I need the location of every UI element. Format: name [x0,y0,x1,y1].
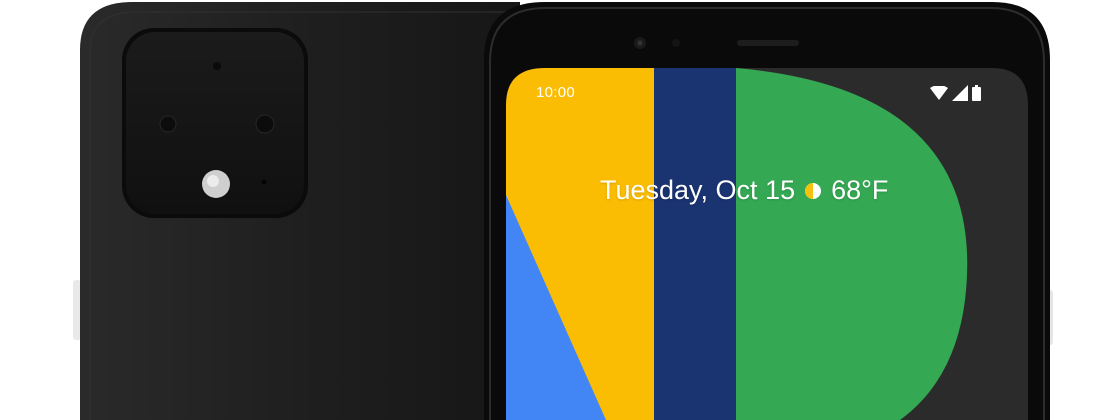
camera-module [122,28,308,218]
side-button [73,280,81,340]
temperature-text: 68°F [831,175,889,205]
date-text: Tuesday, Oct 15 [600,175,796,205]
wallpaper-navy-band [654,68,736,420]
camera-lens-icon [159,115,177,133]
microphone-icon [261,179,267,185]
screen [506,68,1028,420]
at-a-glance-widget[interactable]: Tuesday, Oct 15 68°F [600,175,888,206]
status-icons [930,84,981,102]
sensor-icon [213,62,221,70]
status-time: 10:00 [536,84,576,101]
battery-icon [972,85,981,101]
earpiece-speaker [737,40,799,46]
partly-sunny-icon [805,182,822,199]
sensor-icon [672,39,680,47]
cellular-signal-icon [952,85,968,101]
camera-lens-icon [255,114,275,134]
product-photo: 10:00 Tuesday, Oct 15 68°F [0,0,1120,420]
phone-illustration [73,2,1053,420]
wifi-icon [930,86,948,100]
